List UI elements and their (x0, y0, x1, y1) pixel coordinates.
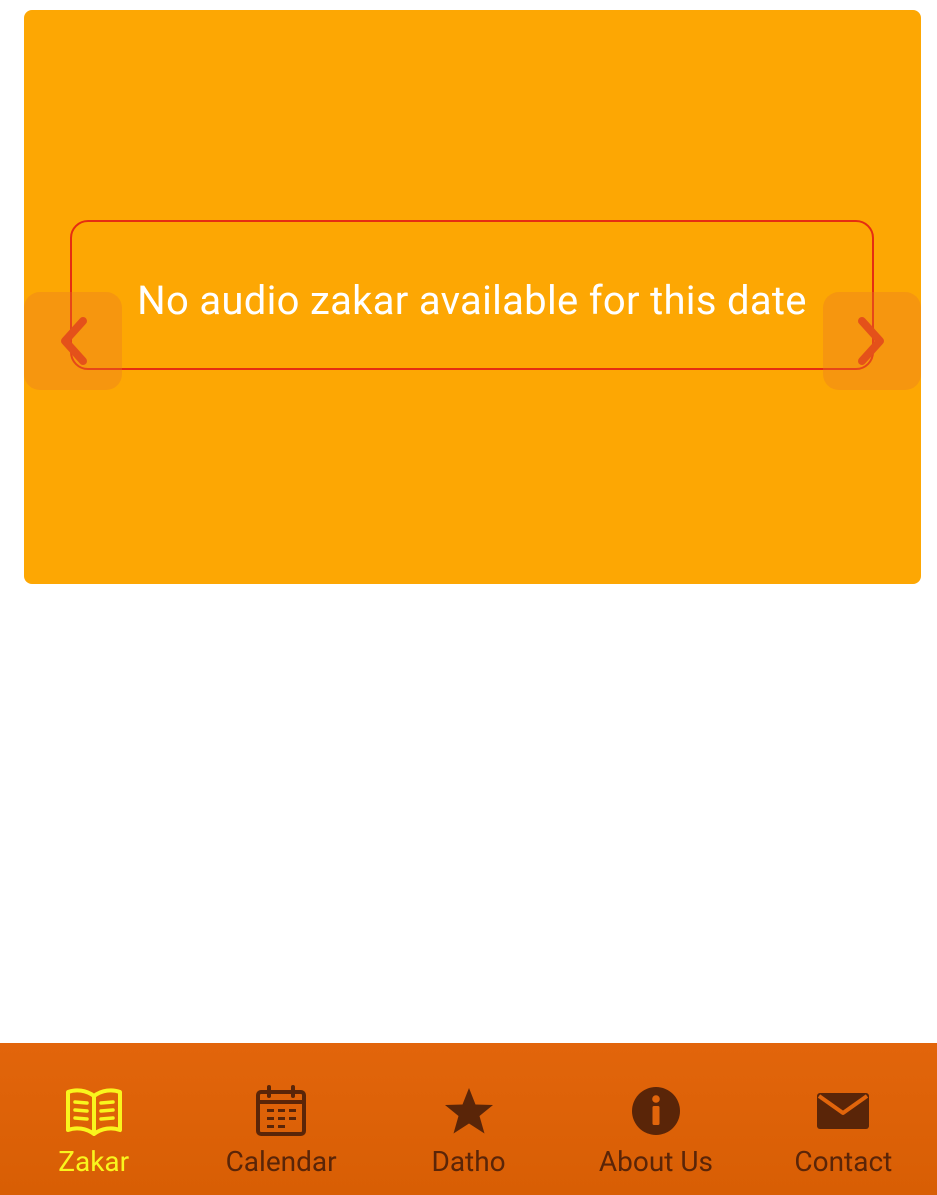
book-open-icon (64, 1081, 124, 1141)
nav-label-contact: Contact (794, 1145, 893, 1178)
nav-label-datho: Datho (431, 1145, 506, 1178)
nav-item-datho[interactable]: Datho (375, 1043, 562, 1195)
nav-label-zakar: Zakar (58, 1145, 130, 1178)
nav-item-about-us[interactable]: About Us (562, 1043, 749, 1195)
info-icon (626, 1081, 686, 1141)
star-icon (439, 1081, 499, 1141)
calendar-icon (251, 1081, 311, 1141)
nav-label-about-us: About Us (598, 1145, 713, 1178)
nav-label-calendar: Calendar (225, 1145, 337, 1178)
envelope-icon (813, 1081, 873, 1141)
nav-item-calendar[interactable]: Calendar (187, 1043, 374, 1195)
chevron-left-icon (61, 317, 87, 365)
app-screen: No audio zakar available for this date Z… (0, 0, 937, 1195)
audio-zakar-card: No audio zakar available for this date (24, 10, 921, 584)
bottom-navigation: Zakar Calendar Datho About Us Contact (0, 1043, 937, 1195)
no-audio-message-box: No audio zakar available for this date (70, 220, 874, 370)
chevron-right-icon (858, 317, 884, 365)
previous-date-button[interactable] (24, 292, 122, 390)
next-date-button[interactable] (823, 292, 921, 390)
nav-item-contact[interactable]: Contact (750, 1043, 937, 1195)
nav-item-zakar[interactable]: Zakar (0, 1043, 187, 1195)
no-audio-message: No audio zakar available for this date (137, 277, 807, 324)
